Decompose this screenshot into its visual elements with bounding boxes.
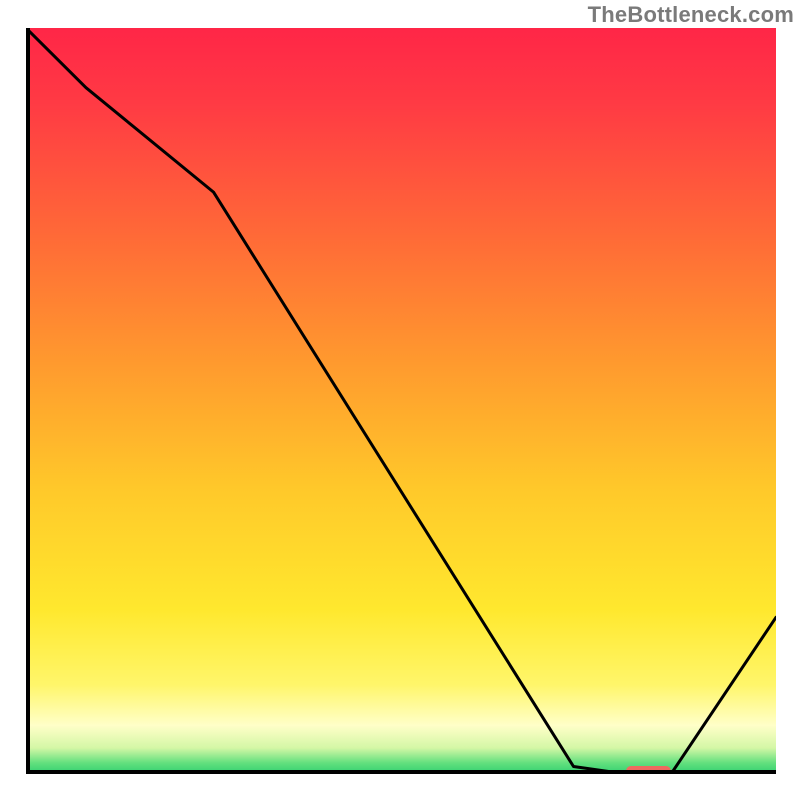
chart-container: TheBottleneck.com <box>0 0 800 800</box>
gradient-background <box>26 28 776 774</box>
plot-area <box>26 28 776 774</box>
watermark-text: TheBottleneck.com <box>588 2 794 28</box>
